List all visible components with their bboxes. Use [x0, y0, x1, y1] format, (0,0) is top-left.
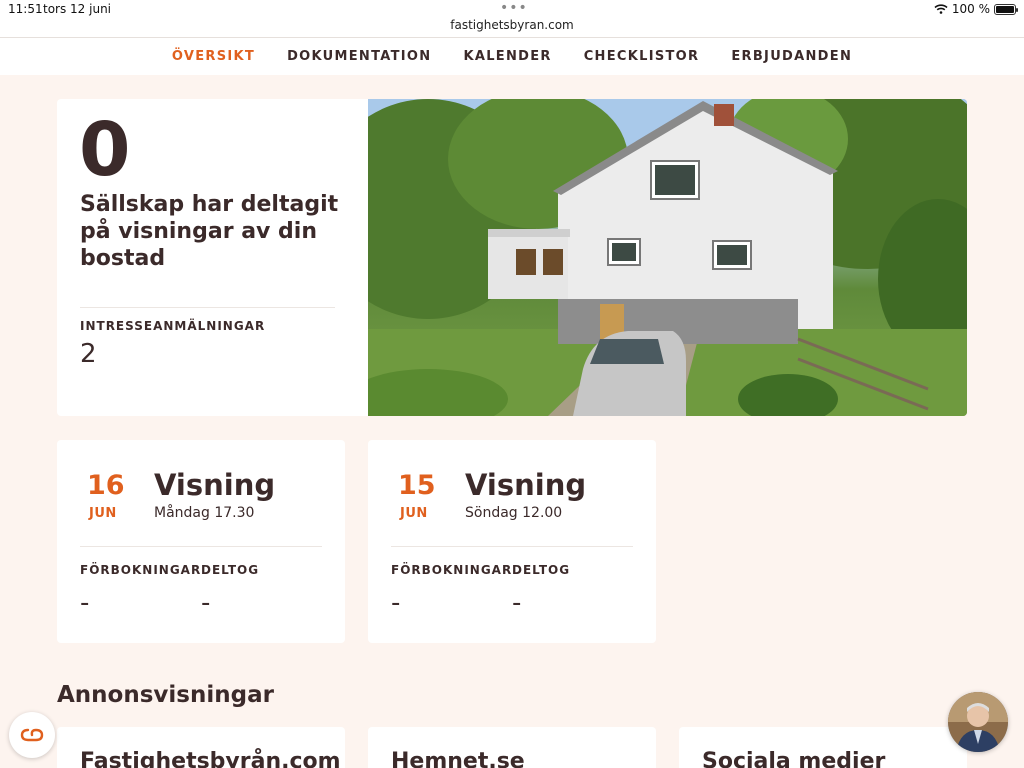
bookings-value: - [80, 588, 90, 618]
status-bar: 11:51 tors 12 juni ••• fastighetsbyran.c… [0, 0, 1024, 38]
bookings-label: FÖRBOKNINGAR [391, 563, 513, 577]
multitasking-dots-icon[interactable]: ••• [500, 0, 528, 16]
event-month: JUN [400, 506, 428, 521]
attended-label: DELTOG [512, 563, 571, 577]
ad-card-social-media[interactable]: Sociala medier [679, 727, 967, 768]
attended-value: - [201, 588, 211, 618]
nav-erbjudanden[interactable]: ERBJUDANDEN [731, 49, 852, 64]
attended-value: - [512, 588, 522, 618]
bookings-value: - [391, 588, 401, 618]
interest-value: 2 [80, 339, 97, 369]
nav-kalender[interactable]: KALENDER [463, 49, 551, 64]
event-month: JUN [89, 506, 117, 521]
nav-oversikt[interactable]: ÖVERSIKT [172, 49, 255, 64]
property-photo [368, 99, 967, 416]
infinity-logo-icon [20, 728, 44, 742]
event-title: Visning [154, 468, 276, 502]
event-day: 16 [87, 470, 125, 501]
agent-avatar [948, 692, 1008, 752]
battery-percent: 100 % [951, 2, 990, 16]
address-bar-url[interactable]: fastighetsbyran.com [0, 18, 1024, 32]
divider [391, 546, 633, 547]
wifi-icon [934, 4, 948, 14]
battery-icon [994, 3, 1018, 15]
status-time: 11:51 [8, 2, 43, 16]
event-time: Måndag 17.30 [154, 505, 255, 521]
viewing-event-card[interactable]: 16 JUN Visning Måndag 17.30 FÖRBOKNINGAR… [57, 440, 345, 643]
status-date: tors 12 juni [43, 2, 112, 16]
attended-label: DELTOG [201, 563, 260, 577]
nav-checklistor[interactable]: CHECKLISTOR [584, 49, 700, 64]
divider [80, 546, 322, 547]
event-day: 15 [398, 470, 436, 501]
agent-avatar-button[interactable] [948, 692, 1008, 752]
house-illustration [368, 99, 967, 416]
bookings-label: FÖRBOKNINGAR [80, 563, 202, 577]
status-indicators: 100 % [934, 2, 1018, 16]
divider [80, 307, 335, 308]
visitor-stats-card: 0 Sällskap har deltagit på visningar av … [57, 99, 368, 416]
ad-card-title: Sociala medier [702, 749, 886, 768]
chat-button[interactable] [9, 712, 55, 758]
visitor-count: 0 [79, 107, 131, 193]
event-title: Visning [465, 468, 587, 502]
viewing-event-card[interactable]: 15 JUN Visning Söndag 12.00 FÖRBOKNINGAR… [368, 440, 656, 643]
ads-section-title: Annonsvisningar [57, 682, 274, 708]
visitor-count-description: Sällskap har deltagit på visningar av di… [80, 192, 339, 271]
nav-dokumentation[interactable]: DOKUMENTATION [287, 49, 431, 64]
interest-label: INTRESSEANMÄLNINGAR [80, 319, 266, 333]
main-nav: ÖVERSIKT DOKUMENTATION KALENDER CHECKLIS… [0, 38, 1024, 75]
ad-card-fastighetsbyran[interactable]: Fastighetsbyrån.com [57, 727, 345, 768]
ad-card-hemnet[interactable]: Hemnet.se [368, 727, 656, 768]
ad-card-title: Hemnet.se [391, 749, 525, 768]
event-time: Söndag 12.00 [465, 505, 563, 521]
ad-card-title: Fastighetsbyrån.com [80, 749, 341, 768]
